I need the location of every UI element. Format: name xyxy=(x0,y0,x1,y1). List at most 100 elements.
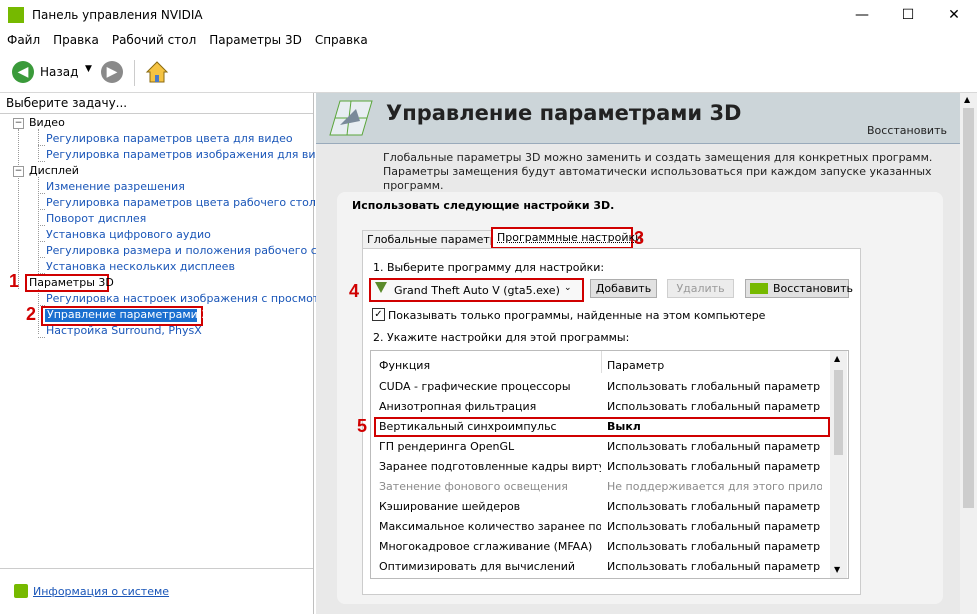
table-row[interactable]: CUDA - графические процессоры Использоват… xyxy=(371,377,823,397)
table-row[interactable]: Многокадровое сглаживание (MFAA) Использо… xyxy=(371,537,823,557)
grid-header: Функция Параметр xyxy=(371,353,823,375)
nvidia-restore-icon xyxy=(750,283,768,294)
annotation-1: 1 xyxy=(9,271,20,291)
setting-value: Использовать глобальный параметр (1) xyxy=(607,460,822,473)
table-row[interactable]: Оптимизировать для вычислений Использоват… xyxy=(371,557,823,577)
tree-display[interactable]: Дисплей xyxy=(29,164,79,177)
tree-item-desktop-color[interactable]: Регулировка параметров цвета рабочего ст… xyxy=(46,196,323,209)
page-title: Управление параметрами 3D xyxy=(386,101,742,125)
menu-desktop[interactable]: Рабочий стол xyxy=(105,30,202,47)
system-info-link[interactable]: Информация о системе xyxy=(33,585,169,598)
setting-function: Многокадровое сглаживание (MFAA) xyxy=(379,540,593,553)
annotation-2: 2 xyxy=(26,304,37,324)
step2-label: 2. Укажите настройки для этой программы: xyxy=(373,331,630,344)
program-select-value: Grand Theft Auto V (gta5.exe) xyxy=(394,284,560,297)
grid-scrollbar[interactable]: ▲ ▼ xyxy=(830,351,847,578)
annotation-3: 3 xyxy=(634,228,645,248)
restore-button[interactable]: Восстановить xyxy=(745,279,853,298)
toolbar-divider xyxy=(134,60,135,86)
setting-value: Использовать глобальный параметр (И... xyxy=(607,520,822,533)
tree-item-rotate-display[interactable]: Поворот дисплея xyxy=(46,212,146,225)
table-row[interactable]: Кэширование шейдеров Использовать глобаль… xyxy=(371,497,823,517)
menu-edit[interactable]: Правка xyxy=(46,30,105,47)
menu-file[interactable]: Файл xyxy=(0,30,46,47)
table-row[interactable]: Затенение фонового освещения Не поддержив… xyxy=(371,477,823,497)
chevron-down-icon: ⌄ xyxy=(564,283,572,293)
scroll-down-icon[interactable]: ▼ xyxy=(834,565,840,574)
only-installed-checkbox[interactable]: ✓ xyxy=(372,308,385,321)
setting-value: Использовать глобальный параметр (У... xyxy=(607,400,822,413)
table-row[interactable]: ГП рендеринга OpenGL Использовать глобаль… xyxy=(371,437,823,457)
menu-3d-settings[interactable]: Параметры 3D xyxy=(202,30,308,47)
minimize-button[interactable]: — xyxy=(839,0,885,30)
col-function: Функция xyxy=(379,359,431,372)
back-button-label[interactable]: Назад xyxy=(40,65,78,79)
window-title: Панель управления NVIDIA xyxy=(32,8,203,22)
nvidia-logo-icon xyxy=(8,7,24,23)
task-panel: Выберите задачу... − Видео Регулировка п… xyxy=(0,93,344,614)
tab-program-label: Программные настройки xyxy=(497,231,643,244)
checkbox-label: Показывать только программы, найденные н… xyxy=(388,309,766,322)
restore-defaults-link[interactable]: Восстановить xyxy=(867,124,947,137)
table-row[interactable]: Максимальное количество заранее под... Ис… xyxy=(371,517,823,537)
setting-value: Использовать глобальный параметр (В... xyxy=(607,540,822,553)
menu-bar: Файл Правка Рабочий стол Параметры 3D Справк… xyxy=(0,30,977,51)
table-row[interactable]: Заранее подготовленные кадры вирту... Исп… xyxy=(371,457,823,477)
maximize-button[interactable]: ☐ xyxy=(885,0,931,30)
page-description: Глобальные параметры 3D можно заменить и… xyxy=(383,151,933,192)
setting-value: Использовать глобальный параметр (В... xyxy=(607,500,822,513)
annotation-5: 5 xyxy=(357,416,368,436)
col-param: Параметр xyxy=(607,359,665,372)
setting-function: CUDA - графические процессоры xyxy=(379,380,571,393)
setting-function: Кэширование шейдеров xyxy=(379,500,521,513)
tab-global-label: Глобальные параметры xyxy=(367,233,506,246)
tree-item-video-image[interactable]: Регулировка параметров изображения для в… xyxy=(46,148,337,161)
setting-function: Затенение фонового освещения xyxy=(379,480,568,493)
setting-function: Заранее подготовленные кадры вирту... xyxy=(379,460,601,473)
tree-video[interactable]: Видео xyxy=(29,116,65,129)
setting-function: ГП рендеринга OpenGL xyxy=(379,440,515,453)
settings-grid: Функция Параметр CUDA - графические проц… xyxy=(370,350,849,579)
setting-function: Оптимизировать для вычислений xyxy=(379,560,576,573)
tree-item-image-preview[interactable]: Регулировка настроек изображения с просм… xyxy=(46,292,341,305)
back-arrow-icon[interactable]: ◀ xyxy=(12,61,34,83)
tree-item-surround-physx[interactable]: Настройка Surround, PhysX xyxy=(46,324,202,337)
tree-item-video-color[interactable]: Регулировка параметров цвета для видео xyxy=(46,132,293,145)
annotation-4: 4 xyxy=(349,281,360,301)
gta-app-icon xyxy=(375,282,387,293)
setting-function: Анизотропная фильтрация xyxy=(379,400,537,413)
task-panel-header: Выберите задачу... xyxy=(6,96,128,110)
tree-item-digital-audio[interactable]: Установка цифрового аудио xyxy=(46,228,211,241)
title-bar: Панель управления NVIDIA — ☐ ✕ xyxy=(0,0,977,30)
add-button[interactable]: Добавить xyxy=(590,279,657,298)
home-icon[interactable] xyxy=(145,60,169,84)
page-scroll-up-icon[interactable]: ▲ xyxy=(964,95,970,104)
system-info-icon xyxy=(14,584,28,598)
tree-item-multi-display[interactable]: Установка нескольких дисплеев xyxy=(46,260,235,273)
page-scroll-thumb[interactable] xyxy=(963,108,974,508)
grid-scroll-thumb[interactable] xyxy=(834,370,843,455)
back-dropdown-icon[interactable]: ▼ xyxy=(85,64,92,74)
close-button[interactable]: ✕ xyxy=(931,0,977,30)
3d-settings-icon xyxy=(329,100,373,136)
setting-value: Не поддерживается для этого приложе... xyxy=(607,480,822,493)
setting-value: Использовать глобальный параметр (А... xyxy=(607,440,822,453)
setting-value: Использовать глобальный параметр (Все) xyxy=(607,380,822,393)
expand-video-icon[interactable]: − xyxy=(13,118,24,129)
page-scrollbar[interactable]: ▲ xyxy=(960,93,977,614)
setting-function: Максимальное количество заранее под... xyxy=(379,520,601,533)
table-row[interactable]: Анизотропная фильтрация Использовать глоб… xyxy=(371,397,823,417)
delete-button[interactable]: Удалить xyxy=(667,279,734,298)
toolbar: ◀ Назад ▼ ▶ xyxy=(0,52,977,93)
tree-item-manage-3d[interactable]: Управление параметрами 3D xyxy=(47,308,217,321)
section-title: Использовать следующие настройки 3D. xyxy=(352,199,615,212)
tree-item-desktop-size[interactable]: Регулировка размера и положения рабочего… xyxy=(46,244,344,257)
expand-display-icon[interactable]: − xyxy=(13,166,24,177)
setting-value: Использовать глобальный параметр (В... xyxy=(607,560,822,573)
tree-item-resolution[interactable]: Изменение разрешения xyxy=(46,180,185,193)
scroll-up-icon[interactable]: ▲ xyxy=(834,354,840,363)
forward-arrow-icon[interactable]: ▶ xyxy=(101,61,123,83)
menu-help[interactable]: Справка xyxy=(308,30,374,47)
tree-3d-settings[interactable]: Параметры 3D xyxy=(29,276,114,289)
vsync-highlight xyxy=(374,417,830,437)
